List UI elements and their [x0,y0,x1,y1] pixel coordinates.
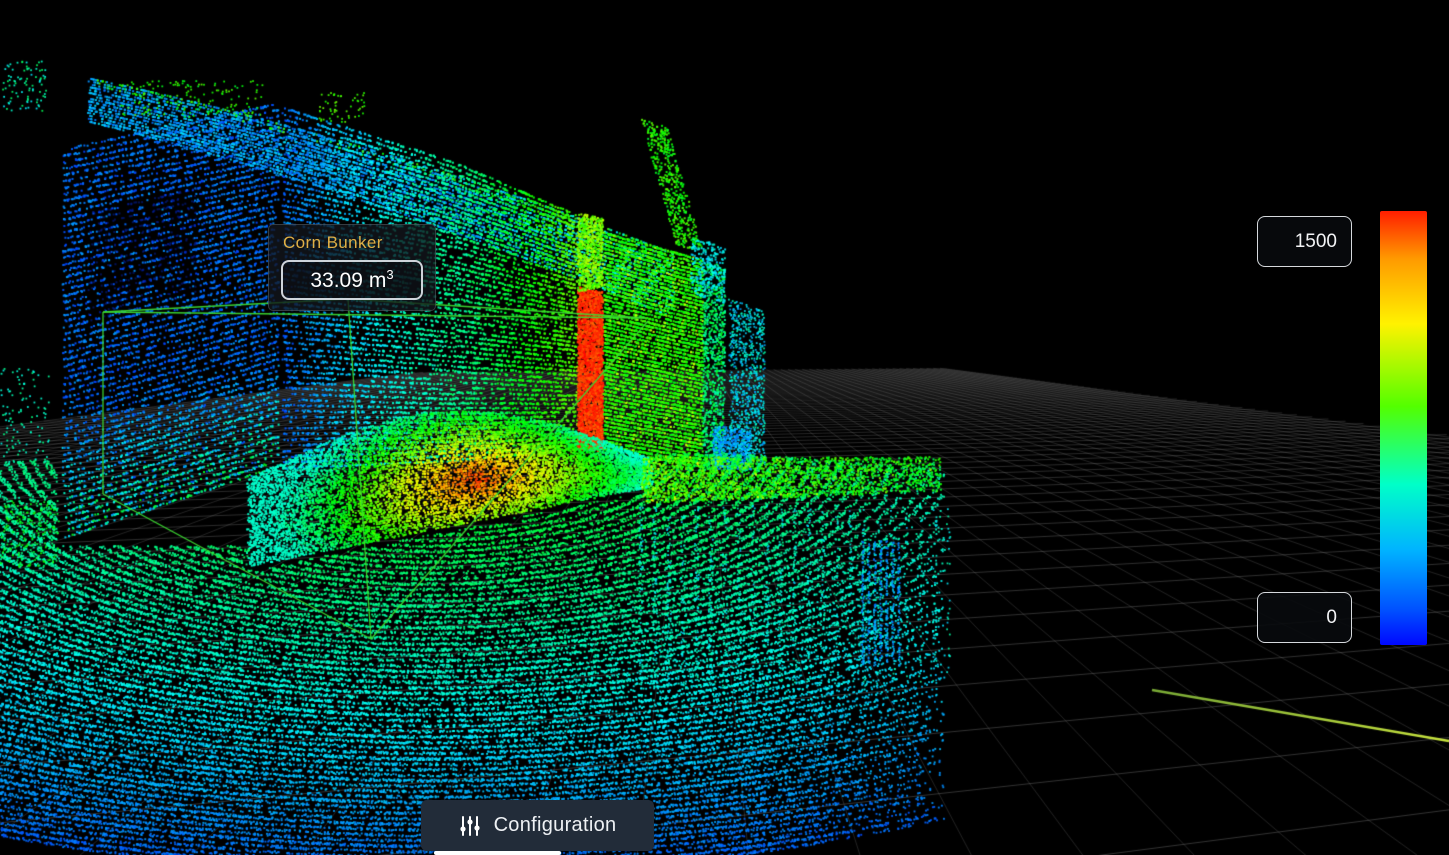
sliders-icon [459,816,481,836]
volume-number: 33.09 [310,269,363,292]
volume-value: 33.09 m3 [281,260,423,300]
volume-exponent: 3 [386,267,393,282]
tooltip-title: Corn Bunker [283,233,423,253]
colorbar-gradient [1380,211,1427,645]
colorbar-max-input[interactable]: 1500 [1257,216,1352,267]
configuration-label: Configuration [494,814,617,837]
bottom-panel-handle[interactable] [434,851,561,855]
volume-unit: m [369,269,387,292]
colorbar-min-input[interactable]: 0 [1257,592,1352,643]
measurement-tooltip: Corn Bunker 33.09 m3 [268,224,436,311]
configuration-button[interactable]: Configuration [421,800,654,851]
pointcloud-viewport[interactable] [0,0,1449,855]
